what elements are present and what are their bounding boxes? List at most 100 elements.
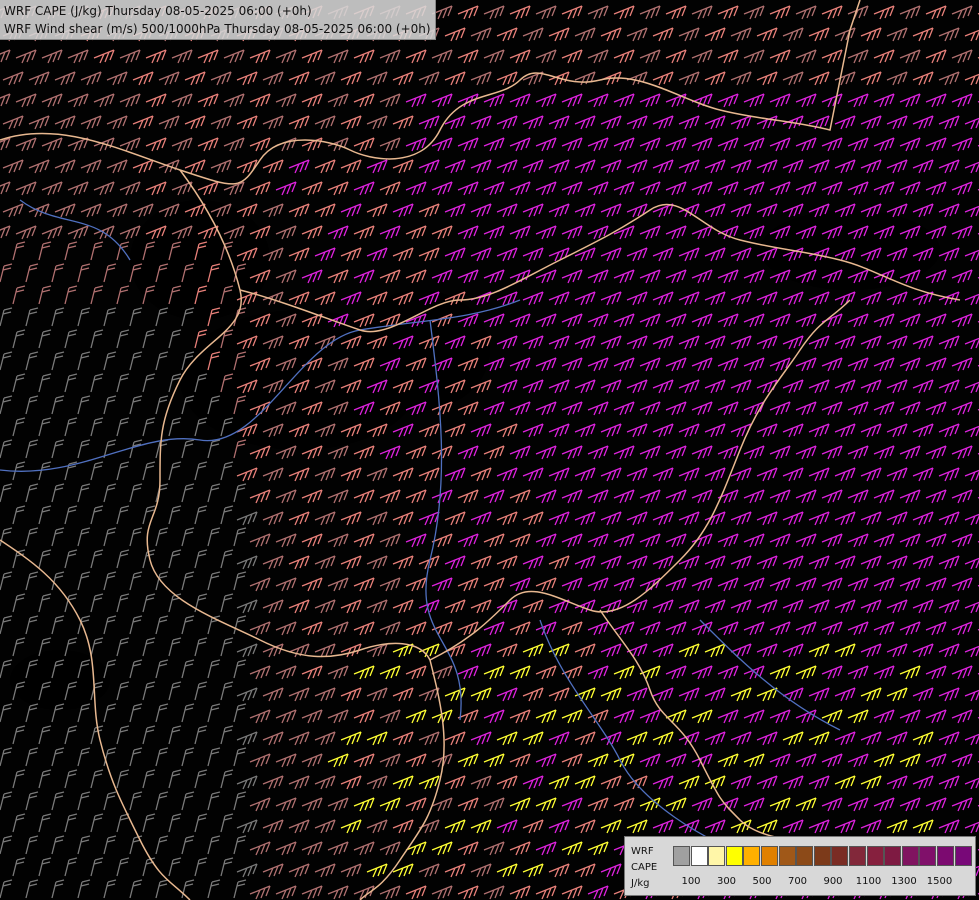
wind-barb	[561, 357, 583, 372]
wind-barb	[353, 577, 375, 592]
wind-barb	[233, 747, 247, 767]
wind-barb	[951, 313, 973, 328]
wind-barb	[41, 49, 63, 64]
wind-barb	[129, 659, 143, 679]
wind-barb	[938, 467, 960, 482]
wind-barb	[886, 423, 908, 438]
wind-barb	[743, 401, 765, 416]
wind-barb	[561, 489, 583, 504]
wind-barb	[639, 49, 661, 64]
wind-barb	[600, 27, 622, 42]
wind-barb	[886, 643, 908, 658]
wind-barb	[483, 5, 505, 20]
wind-barb	[25, 879, 39, 899]
wind-barb	[782, 27, 804, 42]
wind-barb	[717, 401, 739, 416]
wind-barb	[743, 137, 765, 152]
wind-barb	[106, 159, 128, 174]
legend-tick-label: 900	[823, 876, 843, 887]
wind-barb	[509, 753, 531, 768]
wind-barb	[574, 775, 596, 790]
wind-barb	[275, 269, 297, 284]
wind-barb	[834, 423, 856, 438]
wind-barb	[249, 577, 271, 592]
wind-barb	[236, 467, 258, 482]
wind-barb	[522, 379, 544, 394]
legend-label-unit: J/kg	[631, 878, 650, 889]
wind-barb	[77, 263, 91, 283]
wind-barb	[691, 401, 713, 416]
wind-barb	[64, 813, 78, 833]
wind-barb	[535, 445, 557, 460]
wind-barb	[834, 115, 856, 130]
wind-barb	[847, 665, 869, 680]
wind-barb	[327, 489, 349, 504]
wind-barb	[90, 461, 104, 481]
wind-barb	[155, 791, 169, 811]
wind-barb	[522, 731, 544, 746]
wind-barb	[353, 93, 375, 108]
wind-barb	[77, 571, 91, 591]
wind-barb	[353, 709, 375, 724]
wind-barb	[327, 621, 349, 636]
wind-barb	[730, 555, 752, 570]
wind-barb	[457, 885, 479, 900]
wind-barb	[691, 709, 713, 724]
wind-barb	[379, 709, 401, 724]
wind-barb	[155, 659, 169, 679]
wind-barb	[548, 27, 570, 42]
wind-barb	[0, 307, 13, 327]
wind-barb	[691, 225, 713, 240]
wind-barb	[652, 335, 674, 350]
wind-barb	[548, 379, 570, 394]
wind-barb	[194, 505, 208, 525]
wind-barb	[847, 533, 869, 548]
wind-barb	[366, 511, 388, 526]
wind-barb	[912, 731, 934, 746]
wind-barb	[756, 599, 778, 614]
wind-barb	[392, 159, 414, 174]
wind-barb	[561, 621, 583, 636]
wind-barb	[483, 489, 505, 504]
wind-barb	[194, 725, 208, 745]
wind-barb	[142, 417, 156, 437]
wind-barb	[236, 555, 258, 570]
legend-tick-label: 100	[681, 876, 701, 887]
legend-swatch	[796, 846, 814, 866]
legend-swatch	[778, 846, 796, 866]
wind-barb	[834, 775, 856, 790]
wind-barb	[678, 643, 700, 658]
wind-barb	[418, 687, 440, 702]
wind-barb	[613, 269, 635, 284]
wind-barb	[951, 489, 973, 504]
wind-barb	[314, 819, 336, 834]
wind-barb	[652, 423, 674, 438]
wind-barb	[106, 115, 128, 130]
wind-barb	[652, 643, 674, 658]
wind-barb	[587, 313, 609, 328]
wind-barb	[470, 511, 492, 526]
wind-barb	[457, 841, 479, 856]
wind-barb	[168, 857, 182, 877]
wind-barb	[171, 181, 193, 196]
wind-barb	[145, 181, 167, 196]
wind-barb	[93, 181, 115, 196]
wind-barb	[912, 511, 934, 526]
wind-barb	[600, 291, 622, 306]
wind-barb	[496, 467, 518, 482]
wind-barb	[626, 115, 648, 130]
wind-barb	[210, 159, 232, 174]
wind-barb	[652, 599, 674, 614]
wind-barb	[119, 49, 141, 64]
wind-barb	[184, 115, 206, 130]
wind-barb	[808, 27, 830, 42]
wind-barb	[483, 225, 505, 240]
wind-barb	[220, 505, 234, 525]
wind-barb	[379, 93, 401, 108]
wind-barb	[77, 791, 91, 811]
wind-barb	[886, 819, 908, 834]
wind-barb	[535, 665, 557, 680]
wind-barb	[220, 813, 234, 833]
wind-barb	[379, 49, 401, 64]
wind-barb	[951, 137, 973, 152]
